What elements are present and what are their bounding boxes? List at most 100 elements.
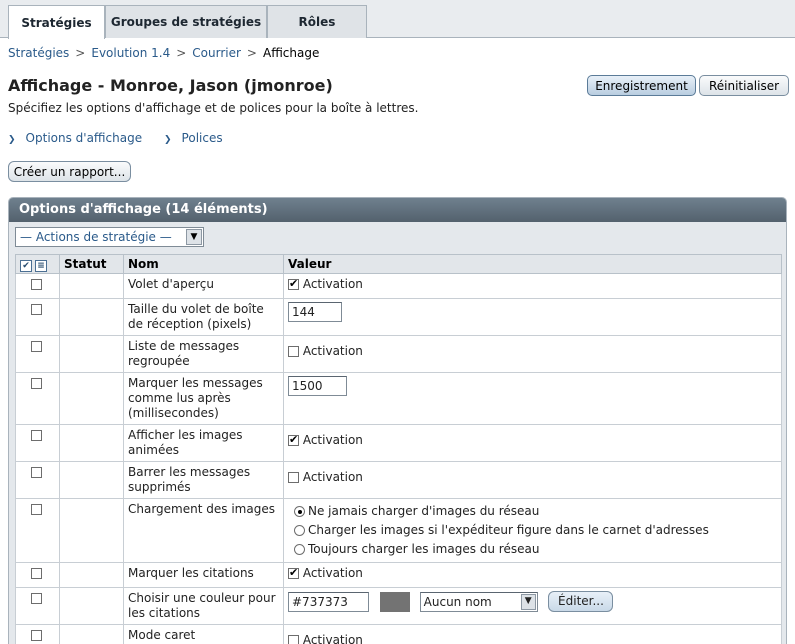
- panel-title: Options d'affichage (14 éléments): [9, 198, 786, 222]
- breadcrumb-separator: >: [75, 46, 86, 60]
- table-row: Mode caret Activation: [15, 624, 782, 644]
- select-all-icon[interactable]: ✔: [20, 259, 32, 272]
- row-status: [59, 562, 124, 588]
- row-name: Afficher les images animées: [123, 424, 284, 462]
- row-name: Marquer les messages comme lus après (mi…: [123, 372, 284, 425]
- table-row: Chargement des images Ne jamais charger …: [15, 498, 782, 563]
- chevron-down-icon: ▼: [520, 593, 536, 610]
- chevron-down-icon: ▼: [186, 229, 202, 245]
- row-name: Choisir une couleur pour les citations: [123, 587, 284, 625]
- select-column-header: ✔ ≡: [15, 254, 60, 274]
- row-status: [59, 273, 124, 299]
- breadcrumb-separator: >: [176, 46, 187, 60]
- jump-link-fonts[interactable]: ❯ Polices: [164, 131, 223, 145]
- enable-checkbox[interactable]: [288, 565, 299, 580]
- enable-label: Activation: [302, 470, 363, 484]
- enable-checkbox[interactable]: [288, 635, 299, 644]
- row-status: [59, 498, 124, 563]
- jump-link-label: Options d'affichage: [25, 131, 143, 145]
- row-name: Taille du volet de boîte de réception (p…: [123, 298, 284, 336]
- row-status: [59, 298, 124, 336]
- radio-button[interactable]: [294, 525, 305, 536]
- edit-color-button[interactable]: Éditer...: [548, 591, 614, 612]
- table-row: Marquer les messages comme lus après (mi…: [15, 372, 782, 425]
- enable-checkbox[interactable]: [288, 432, 299, 447]
- row-select-checkbox[interactable]: [31, 279, 42, 290]
- enable-checkbox[interactable]: [288, 276, 299, 291]
- color-name-select[interactable]: Aucun nom ▼: [419, 591, 538, 612]
- policy-actions-select[interactable]: — Actions de stratégie — ▼: [15, 227, 204, 247]
- chevron-down-icon: ❯: [8, 135, 16, 145]
- row-select-checkbox[interactable]: [31, 430, 42, 441]
- color-swatch: [379, 591, 410, 612]
- breadcrumb-link-evolution[interactable]: Evolution 1.4: [91, 46, 170, 60]
- enable-label: Activation: [302, 633, 363, 644]
- image-loading-option[interactable]: Toujours charger les images du réseau: [294, 540, 777, 559]
- tab-bar: Stratégies Groupes de stratégies Rôles: [0, 0, 795, 39]
- radio-button[interactable]: [294, 544, 305, 555]
- enable-checkbox[interactable]: [288, 346, 299, 357]
- column-header-value: Valeur: [283, 254, 782, 274]
- breadcrumb-current: Affichage: [262, 46, 320, 60]
- row-select-checkbox[interactable]: [31, 593, 42, 604]
- enable-label: Activation: [302, 433, 363, 447]
- enable-label: Activation: [302, 344, 363, 358]
- radio-label: Ne jamais charger d'images du réseau: [308, 504, 540, 518]
- page-title: Affichage - Monroe, Jason (jmonroe): [8, 76, 333, 95]
- row-select-checkbox[interactable]: [31, 630, 42, 641]
- tab-strategy-groups[interactable]: Groupes de stratégies: [105, 5, 267, 38]
- table-row: Marquer les citations Activation: [15, 562, 782, 588]
- deselect-all-icon[interactable]: ≡: [35, 259, 47, 272]
- radio-label: Charger les images si l'expéditeur figur…: [308, 523, 709, 537]
- row-name: Volet d'aperçu: [123, 273, 284, 299]
- save-button[interactable]: Enregistrement: [587, 75, 696, 96]
- table-row: Liste de messages regroupée Activation: [15, 335, 782, 373]
- chevron-down-icon: ❯: [164, 135, 172, 145]
- enable-checkbox[interactable]: [288, 472, 299, 483]
- row-status: [59, 424, 124, 462]
- jump-link-display-options[interactable]: ❯ Options d'affichage: [8, 131, 142, 145]
- row-select-checkbox[interactable]: [31, 304, 42, 315]
- row-select-checkbox[interactable]: [31, 378, 42, 389]
- table-row: Barrer les messages supprimés Activation: [15, 461, 782, 499]
- row-name: Marquer les citations: [123, 562, 284, 588]
- column-header-status: Statut: [59, 254, 124, 274]
- enable-label: Activation: [302, 566, 363, 580]
- jump-link-label: Polices: [181, 131, 223, 145]
- radio-button[interactable]: [294, 506, 305, 517]
- color-name-select-value: Aucun nom: [423, 594, 492, 609]
- options-table: ✔≡ Statut Nom Valeur Volet d'aperçu Acti…: [15, 254, 782, 644]
- policy-actions-select-value: — Actions de stratégie —: [20, 230, 172, 244]
- table-row: Choisir une couleur pour les citations #…: [15, 587, 782, 625]
- breadcrumb: Stratégies > Evolution 1.4 > Courrier > Affich…: [8, 46, 319, 60]
- display-options-panel: Options d'affichage (14 éléments) — Acti…: [8, 197, 787, 644]
- quote-color-input[interactable]: #737373: [288, 591, 369, 612]
- tab-strategies[interactable]: Stratégies: [8, 5, 105, 39]
- inbox-pane-size-input[interactable]: 144: [288, 302, 342, 322]
- row-status: [59, 372, 124, 425]
- tab-roles[interactable]: Rôles: [267, 5, 367, 38]
- create-report-button[interactable]: Créer un rapport...: [8, 161, 131, 182]
- row-select-checkbox[interactable]: [31, 467, 42, 478]
- row-status: [59, 335, 124, 373]
- table-header-row: ✔ ≡ Statut Nom Valeur: [15, 254, 782, 274]
- breadcrumb-link-strategies[interactable]: Stratégies: [8, 46, 69, 60]
- breadcrumb-separator: >: [246, 46, 257, 60]
- row-select-checkbox[interactable]: [31, 568, 42, 579]
- page-description: Spécifiez les options d'affichage et de …: [8, 101, 419, 115]
- reset-button[interactable]: Réinitialiser: [699, 75, 789, 96]
- row-status: [59, 624, 124, 644]
- enable-label: Activation: [302, 277, 363, 291]
- image-loading-option[interactable]: Charger les images si l'expéditeur figur…: [294, 521, 777, 540]
- row-status: [59, 461, 124, 499]
- row-select-checkbox[interactable]: [31, 341, 42, 352]
- table-row: Afficher les images animées Activation: [15, 424, 782, 462]
- row-name: Liste de messages regroupée: [123, 335, 284, 373]
- breadcrumb-link-courrier[interactable]: Courrier: [192, 46, 241, 60]
- image-loading-option[interactable]: Ne jamais charger d'images du réseau: [294, 502, 777, 521]
- radio-label: Toujours charger les images du réseau: [308, 542, 540, 556]
- mark-read-delay-input[interactable]: 1500: [288, 376, 347, 396]
- row-status: [59, 587, 124, 625]
- row-select-checkbox[interactable]: [31, 504, 42, 515]
- table-row: Taille du volet de boîte de réception (p…: [15, 298, 782, 336]
